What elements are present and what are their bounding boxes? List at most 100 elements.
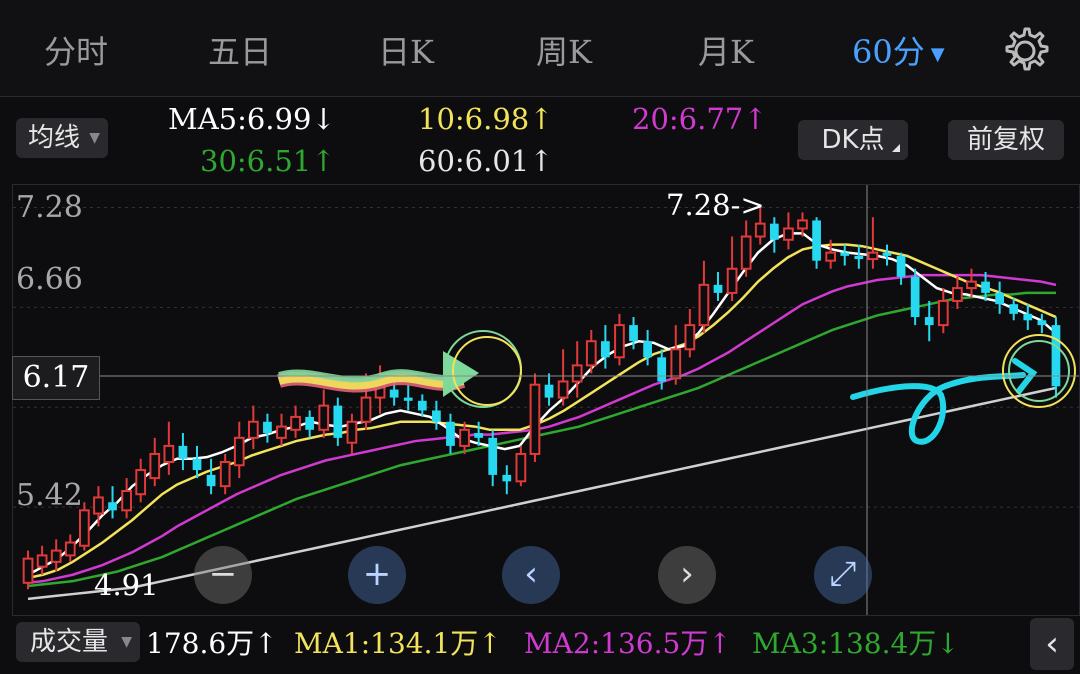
candle — [403, 384, 413, 411]
candle-body — [840, 252, 850, 256]
scroll-right-button[interactable]: › — [658, 546, 716, 604]
dk-point-label: DK点 — [821, 125, 885, 155]
candle — [937, 288, 949, 334]
gear-icon[interactable] — [1000, 26, 1050, 76]
candle-body — [600, 341, 610, 358]
candle-body — [108, 502, 117, 511]
candle — [108, 486, 117, 519]
candle-body — [981, 281, 990, 293]
candle — [854, 244, 864, 269]
candle-body — [346, 420, 358, 444]
candle-body — [571, 364, 583, 383]
candle-body — [233, 436, 245, 467]
ma20-value: 20:6.77↑ — [632, 102, 768, 136]
scroll-left-button[interactable]: ‹ — [502, 546, 560, 604]
candle — [135, 458, 147, 503]
candle-body — [290, 415, 301, 431]
candles — [22, 207, 1061, 590]
candle — [840, 244, 850, 266]
candle — [263, 413, 272, 443]
period-tabs: 分时 五日 日K 周K 月K 60分 ▼ — [0, 0, 1080, 97]
tab-intraday[interactable]: 分时 — [44, 30, 108, 74]
candle-body — [740, 235, 752, 270]
candle-body — [854, 255, 864, 260]
candle-body — [36, 554, 48, 568]
candle-body — [754, 222, 766, 238]
candle-body — [698, 283, 710, 327]
ma-selector-button[interactable]: 均线 ▼ — [16, 118, 108, 158]
candle-body — [643, 341, 652, 358]
candle-body — [937, 299, 949, 327]
candle-body — [614, 324, 625, 359]
candle-body — [1037, 320, 1047, 326]
candle — [952, 276, 963, 310]
candle-body — [952, 287, 963, 302]
collapse-panel-button[interactable]: ‹ — [1030, 618, 1074, 670]
candle-body — [867, 251, 879, 261]
volume-ma3: MA3:138.4万↓ — [752, 627, 960, 660]
candle-body — [726, 267, 738, 294]
candle-body — [684, 324, 696, 351]
candle — [713, 271, 723, 301]
candle — [867, 217, 879, 269]
ma10-line — [27, 243, 1057, 580]
candle-body — [544, 384, 554, 398]
candle — [783, 212, 794, 250]
candle — [1037, 313, 1047, 334]
candle-body — [1009, 304, 1019, 314]
candle-body — [121, 489, 132, 512]
candle — [910, 268, 920, 326]
candle-body — [1023, 313, 1033, 321]
candle — [740, 220, 752, 277]
zoom-in-button[interactable]: + — [348, 546, 406, 604]
candle — [219, 453, 231, 495]
candle — [488, 429, 498, 487]
candle-body — [446, 421, 455, 446]
tab-five-day[interactable]: 五日 — [208, 30, 272, 74]
tab-monthly-k[interactable]: 月K — [698, 30, 754, 74]
candle — [50, 539, 62, 572]
candle — [305, 410, 315, 438]
tab-daily-k[interactable]: 日K — [378, 30, 434, 74]
volume-selector-label: 成交量 — [29, 627, 108, 657]
tab-60min[interactable]: 60分 ▼ — [852, 30, 945, 74]
adjust-mode-button[interactable]: 前复权 — [948, 120, 1064, 160]
low-price-marker: 4.91 — [94, 568, 159, 602]
candle-body — [219, 461, 231, 488]
candle-body — [557, 380, 569, 399]
candle-body — [276, 425, 287, 439]
y-label-low: 5.42 — [16, 478, 83, 513]
ma-lines — [27, 232, 1057, 601]
candle — [502, 465, 512, 495]
candle — [995, 281, 1005, 314]
candle — [812, 217, 821, 269]
dk-point-button[interactable]: DK点 — [798, 120, 908, 160]
corner-triangle-icon — [892, 144, 900, 152]
candle — [178, 433, 188, 471]
candle-body — [502, 474, 512, 482]
candle-body — [812, 220, 821, 261]
candle-body — [305, 416, 315, 430]
zoom-out-button[interactable]: − — [194, 546, 252, 604]
candle — [333, 397, 343, 446]
candle-body — [910, 276, 920, 318]
tab-60min-label: 60分 — [852, 33, 925, 71]
candle — [1023, 304, 1033, 330]
ma-selector-label: 均线 — [27, 123, 80, 153]
candle-body — [882, 252, 892, 256]
candle — [276, 413, 287, 446]
candle-body — [93, 496, 104, 515]
volume-selector-button[interactable]: 成交量 ▼ — [16, 622, 140, 662]
candle — [614, 313, 625, 366]
dropdown-caret-icon: ▼ — [930, 43, 945, 65]
fullscreen-button[interactable]: ⤢ — [814, 546, 872, 604]
candle-body — [78, 509, 90, 547]
candle — [515, 445, 527, 487]
ma20-line — [27, 273, 1057, 585]
chevron-down-icon: ▼ — [89, 130, 100, 146]
candle-body — [263, 421, 272, 434]
candle-body — [629, 325, 638, 342]
candle — [22, 550, 34, 590]
candle-body — [924, 317, 934, 326]
tab-weekly-k[interactable]: 周K — [536, 30, 592, 74]
